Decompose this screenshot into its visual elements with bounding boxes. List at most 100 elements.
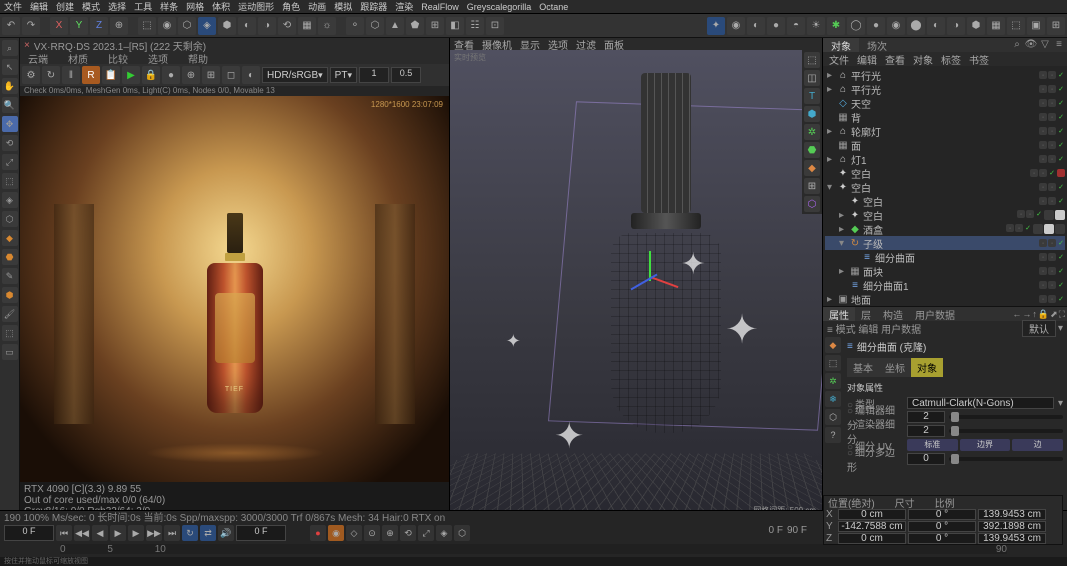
coord-input[interactable]: 0 ° xyxy=(908,521,976,532)
tree-row[interactable]: ≡细分曲面··✓ xyxy=(825,250,1065,264)
menu-item[interactable]: 样条 xyxy=(160,0,178,13)
step-back-icon[interactable]: ◀◀ xyxy=(74,525,90,541)
scale-icon[interactable]: ⤢ xyxy=(2,154,18,170)
tab-takes[interactable]: 场次 xyxy=(859,38,895,52)
tree-row[interactable]: ▸▣地面··✓ xyxy=(825,292,1065,306)
popup-icon[interactable]: ⬈ xyxy=(1050,309,1058,320)
tool-icon[interactable]: ☷ xyxy=(466,17,484,35)
settings-icon[interactable]: ⚙ xyxy=(22,66,40,84)
engine-dropdown[interactable]: PT ▾ xyxy=(330,67,357,83)
add-icon[interactable]: ⊕ xyxy=(182,66,200,84)
coord-input[interactable]: -142.7588 cm xyxy=(838,521,906,532)
axis-x-icon[interactable]: X xyxy=(50,17,68,35)
hand-icon[interactable]: ✋ xyxy=(2,78,18,94)
tool-icon[interactable]: ● xyxy=(767,17,785,35)
object-tree[interactable]: ▸⌂平行光··✓▸⌂平行光··✓◇天空··✓▦背··✓▸⌂轮廓灯··✓▦面··✓… xyxy=(823,66,1067,306)
tool-icon[interactable]: ⬡ xyxy=(2,211,18,227)
tool-icon[interactable]: ● xyxy=(867,17,885,35)
undo-icon[interactable]: ↶ xyxy=(2,17,20,35)
channel-icon[interactable]: ◐ xyxy=(242,66,260,84)
tool-icon[interactable]: ▲ xyxy=(386,17,404,35)
tool-icon[interactable]: ⬚ xyxy=(2,325,18,341)
attr-icon[interactable]: ⬡ xyxy=(825,409,841,425)
coord-input[interactable]: 139.9453 cm xyxy=(978,509,1046,520)
tool-icon[interactable]: ⬢ xyxy=(218,17,236,35)
menu-item[interactable]: 创建 xyxy=(56,0,74,13)
attr-slider[interactable] xyxy=(949,415,1063,419)
sound-icon[interactable]: 🔊 xyxy=(218,525,234,541)
subtab-basic[interactable]: 基本 xyxy=(847,358,879,377)
vp-tool-icon[interactable]: ⊞ xyxy=(804,178,820,194)
om-menu-item[interactable]: 文件 xyxy=(829,52,849,67)
transform-gizmo[interactable] xyxy=(629,261,669,301)
clipboard-icon[interactable]: 📋 xyxy=(102,66,120,84)
help-icon[interactable]: ? xyxy=(825,427,841,443)
grid-icon[interactable]: ⊞ xyxy=(202,66,220,84)
eye-icon[interactable]: 👁 xyxy=(1025,38,1037,50)
om-menu-item[interactable]: 书签 xyxy=(969,52,989,67)
step-fwd-icon[interactable]: ▶▶ xyxy=(146,525,162,541)
menu-item[interactable]: 工具 xyxy=(134,0,152,13)
tool-icon[interactable]: ⊞ xyxy=(426,17,444,35)
tool-icon[interactable]: ⟲ xyxy=(278,17,296,35)
frame-start-input[interactable]: 0 F xyxy=(236,525,286,541)
om-menu-item[interactable]: 对象 xyxy=(913,52,933,67)
vp-tool-icon[interactable]: ⬡ xyxy=(804,196,820,212)
brush-icon[interactable]: 🖌 xyxy=(2,306,18,322)
tool-icon[interactable]: ⊡ xyxy=(486,17,504,35)
world-icon[interactable]: ⊕ xyxy=(110,17,128,35)
tree-row[interactable]: ✦空白··✓ xyxy=(825,194,1065,208)
coord-input[interactable]: 139.9453 cm xyxy=(978,533,1046,544)
tool-icon[interactable]: ✎ xyxy=(2,268,18,284)
tool-icon[interactable]: ⬢ xyxy=(2,287,18,303)
tool-icon[interactable]: ⬟ xyxy=(406,17,424,35)
prev-frame-icon[interactable]: ◀ xyxy=(92,525,108,541)
attr-icon[interactable]: ❄ xyxy=(825,391,841,407)
viewport[interactable]: 查看摄像机显示选项过滤面板 实时预览 ✦ ✦ ✦ ✦ 网格间距: 500 cm … xyxy=(450,38,822,518)
tree-row[interactable]: ▸⌂平行光··✓ xyxy=(825,82,1065,96)
om-menu-item[interactable]: 编辑 xyxy=(857,52,877,67)
next-frame-icon[interactable]: ▶ xyxy=(128,525,144,541)
menu-item[interactable]: 编辑 xyxy=(30,0,48,13)
menu-item[interactable]: 网格 xyxy=(186,0,204,13)
attr-dropdown[interactable]: Catmull-Clark(N-Gons) xyxy=(907,397,1054,409)
axis-y-icon[interactable]: Y xyxy=(70,17,88,35)
menu-item[interactable]: 选择 xyxy=(108,0,126,13)
axis-z-icon[interactable]: Z xyxy=(90,17,108,35)
goto-end-icon[interactable]: ⏭ xyxy=(164,525,180,541)
menu-item[interactable]: 渲染 xyxy=(395,0,413,13)
play-icon[interactable]: ▶ xyxy=(110,525,126,541)
tool-icon[interactable]: ◑ xyxy=(258,17,276,35)
attr-value[interactable]: 0 xyxy=(907,453,945,465)
sphere-icon[interactable]: ● xyxy=(162,66,180,84)
tool-icon[interactable]: ◐ xyxy=(747,17,765,35)
tab-objects[interactable]: 对象 xyxy=(823,38,859,52)
tab-layer[interactable]: 层 xyxy=(855,307,877,321)
tree-row[interactable]: ▸✦空白··✓ xyxy=(825,208,1065,222)
tool-icon[interactable]: ⬚ xyxy=(138,17,156,35)
tool-icon[interactable]: ✱ xyxy=(827,17,845,35)
tool-icon[interactable]: ⊞ xyxy=(1047,17,1065,35)
attr-icon[interactable]: ✲ xyxy=(825,373,841,389)
key-pla-icon[interactable]: ⬡ xyxy=(454,525,470,541)
menu-item[interactable]: 运动图形 xyxy=(238,0,274,13)
menu-item[interactable]: Octane xyxy=(539,2,568,12)
record-icon[interactable]: R xyxy=(82,66,100,84)
coord-input[interactable]: 0 ° xyxy=(908,509,976,520)
tree-row[interactable]: ◇天空··✓ xyxy=(825,96,1065,110)
frame-current[interactable]: 0 F xyxy=(4,525,54,541)
key-rot-icon[interactable]: ⟲ xyxy=(400,525,416,541)
menu-item[interactable]: Greyscalegorilla xyxy=(467,2,532,12)
menu-item[interactable]: 模拟 xyxy=(334,0,352,13)
attr-value[interactable]: 2 xyxy=(907,425,945,437)
tool-icon[interactable]: ⬡ xyxy=(178,17,196,35)
om-menu-item[interactable]: 查看 xyxy=(885,52,905,67)
tool-icon[interactable]: ◉ xyxy=(158,17,176,35)
tree-row[interactable]: ▾↻子级··✓ xyxy=(825,236,1065,250)
tool-icon[interactable]: ◐ xyxy=(238,17,256,35)
tool-icon[interactable]: ◯ xyxy=(847,17,865,35)
tool-icon[interactable]: ▣ xyxy=(1027,17,1045,35)
search-icon[interactable]: ⌕ xyxy=(2,40,18,56)
tree-row[interactable]: ▦背··✓ xyxy=(825,110,1065,124)
colorspace-dropdown[interactable]: HDR/sRGB ▾ xyxy=(262,67,328,83)
